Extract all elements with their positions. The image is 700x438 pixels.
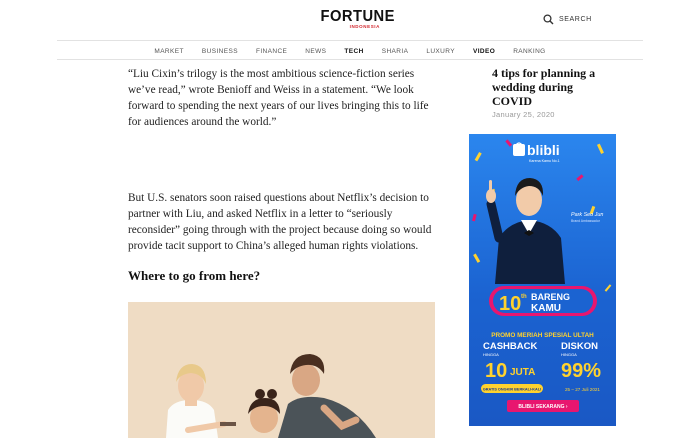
- section-heading: Where to go from here?: [128, 268, 261, 283]
- ad-promo-title: PROMO MERIAH SPESIAL ULTAH: [491, 332, 594, 339]
- nav-item-video[interactable]: VIDEO: [464, 48, 504, 55]
- related-article-title[interactable]: 4 tips for planning a wedding during COV…: [492, 66, 612, 108]
- ad-diskon-label: DISKON: [561, 341, 598, 352]
- ad-cashback-unit: JUTA: [510, 367, 535, 378]
- ad-event-word-1: BARENG: [531, 292, 570, 302]
- ad-diskon-value: 99%: [561, 360, 601, 382]
- search-label: SEARCH: [559, 16, 592, 23]
- ad-person-name: Park Seo Jun: [571, 212, 603, 218]
- ad-cashback-value: 10: [485, 360, 507, 382]
- nav-item-luxury[interactable]: LUXURY: [417, 48, 464, 55]
- nav-item-news[interactable]: NEWS: [296, 48, 335, 55]
- fortune-logo[interactable]: FORTUNE INDONESIA: [318, 8, 395, 30]
- ad-cashback-label: CASHBACK: [483, 341, 538, 352]
- ad-tagline: Karena Kamu No.1: [529, 159, 560, 163]
- nav-divider-top: [57, 40, 643, 41]
- search-button[interactable]: SEARCH: [543, 14, 592, 25]
- ad-event-number: 10: [499, 293, 521, 315]
- ad-event-suffix: th: [521, 294, 527, 300]
- article-photo: [128, 302, 435, 438]
- nav-divider-bottom: [57, 59, 643, 60]
- article-paragraph: But U.S. senators soon raised questions …: [128, 192, 432, 252]
- nav-item-tech[interactable]: TECH: [335, 48, 372, 55]
- ad-date-text: 25 – 27 Juli 2021: [565, 387, 600, 392]
- ad-brand: blibli: [527, 142, 560, 158]
- ad-cashback-hingga: HINGGA: [483, 352, 499, 357]
- nav-item-sharia[interactable]: SHARIA: [373, 48, 418, 55]
- ad-diskon-hingga: HINGGA: [561, 352, 577, 357]
- nav-item-market[interactable]: MARKET: [145, 48, 193, 55]
- logo-wordmark: FORTUNE: [320, 8, 395, 25]
- article-paragraph: “Liu Cixin’s trilogy is the most ambitio…: [128, 68, 429, 128]
- main-nav: MARKET BUSINESS FINANCE NEWS TECH SHARIA LUXUR…: [0, 44, 700, 58]
- related-article-date: January 25, 2020: [492, 110, 555, 119]
- ad-shipping-text: GRATIS ONGKIR BERKALI-KALI: [483, 388, 541, 392]
- nav-item-ranking[interactable]: RANKING: [504, 48, 554, 55]
- nav-item-business[interactable]: BUSINESS: [193, 48, 247, 55]
- nav-item-finance[interactable]: FINANCE: [247, 48, 296, 55]
- ad-cta-label: BLIBLI SEKARANG ›: [518, 404, 568, 410]
- search-icon: [543, 14, 554, 25]
- blibli-bag-icon: [513, 144, 525, 156]
- ad-event-word-2: KAMU: [531, 303, 561, 314]
- ad-person-caption: Brand Ambassador: [571, 219, 601, 223]
- blibli-ad-banner[interactable]: blibli Karena Kamu No.1 Park Seo Jun Bra…: [469, 134, 616, 426]
